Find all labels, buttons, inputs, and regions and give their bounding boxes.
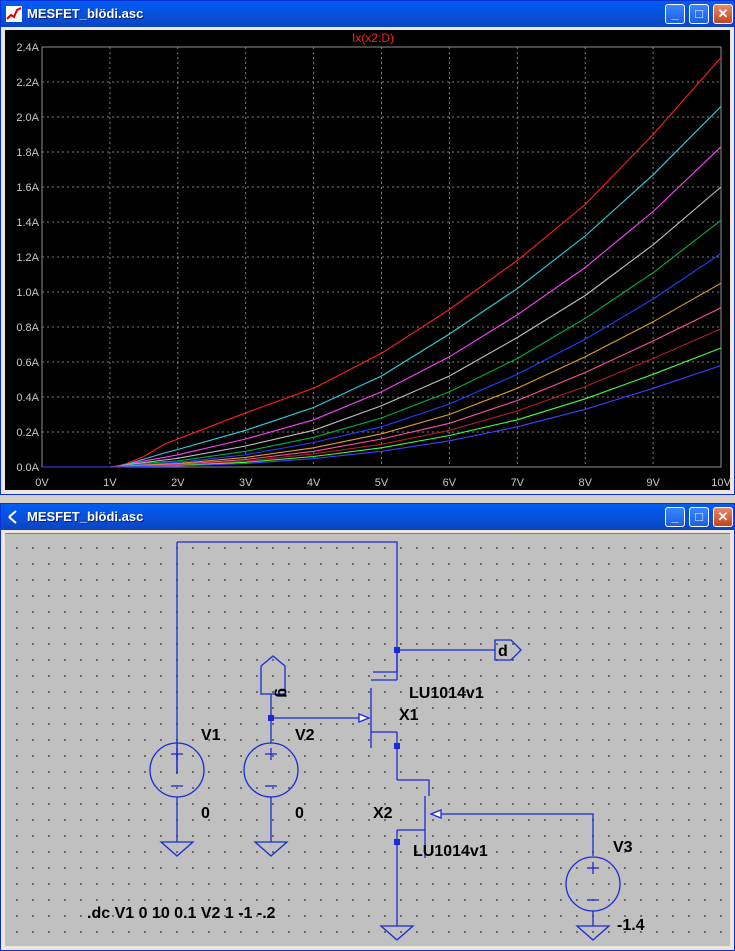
series-line-6[interactable] — [42, 253, 722, 468]
net-label-g-text[interactable]: g — [274, 688, 291, 698]
v3-name[interactable]: V3 — [613, 839, 633, 856]
v3-source[interactable] — [565, 856, 621, 941]
waveform-app-icon — [6, 6, 22, 22]
y-tick-label: 0.0A — [16, 462, 39, 474]
y-tick-label: 1.0A — [16, 287, 39, 299]
x-tick-label: 0V — [35, 477, 49, 489]
schematic-window-title: MESFET_blödi.asc — [27, 509, 144, 524]
junction-dot — [394, 647, 400, 653]
v1-value[interactable]: 0 — [201, 805, 210, 822]
x1-model[interactable]: LU1014v1 — [409, 685, 484, 702]
close-button[interactable]: ✕ — [713, 4, 733, 24]
ground-symbol — [379, 925, 415, 941]
y-tick-label: 0.6A — [16, 357, 39, 369]
schematic-canvas[interactable]: V1 0 V2 0 V3 -1.4 LU1014v1 X1 X2 LU1014v… — [5, 533, 730, 946]
y-tick-label: 0.8A — [16, 322, 39, 334]
y-tick-label: 1.4A — [16, 217, 39, 229]
junction-dot — [394, 839, 400, 845]
v3-value[interactable]: -1.4 — [617, 917, 645, 934]
y-tick-label: 2.4A — [16, 42, 39, 54]
v2-source[interactable] — [243, 718, 299, 857]
trace-label[interactable]: Ix(x2:D) — [352, 31, 394, 45]
x-tick-label: 2V — [171, 477, 185, 489]
x2-name[interactable]: X2 — [373, 805, 393, 822]
v1-source[interactable] — [149, 742, 205, 857]
x-tick-label: 1V — [103, 477, 117, 489]
schematic-titlebar[interactable]: MESFET_blödi.asc _ □ ✕ — [1, 504, 734, 530]
close-button[interactable]: ✕ — [713, 507, 733, 527]
y-tick-label: 1.2A — [16, 252, 39, 264]
x-tick-label: 10V — [711, 477, 731, 489]
junction-dot — [268, 715, 274, 721]
series-line-11[interactable] — [42, 364, 722, 468]
x2-model[interactable]: LU1014v1 — [413, 843, 488, 860]
dc-directive[interactable]: .dc V1 0 10 0.1 V2 1 -1 -.2 — [87, 905, 276, 922]
schematic-app-icon — [8, 510, 17, 524]
x-tick-label: 7V — [511, 477, 525, 489]
v2-value[interactable]: 0 — [295, 805, 304, 822]
x-tick-label: 3V — [239, 477, 253, 489]
v1-name[interactable]: V1 — [201, 727, 221, 744]
x-tick-label: 4V — [307, 477, 321, 489]
waveform-window-title: MESFET_blödi.asc — [27, 6, 144, 21]
schematic-window: MESFET_blödi.asc _ □ ✕ V1 0 V2 0 V3 -1.4… — [0, 503, 735, 951]
y-tick-label: 0.2A — [16, 427, 39, 439]
v2-name[interactable]: V2 — [295, 727, 315, 744]
x-tick-label: 9V — [646, 477, 660, 489]
y-tick-label: 1.8A — [16, 147, 39, 159]
junction-dot — [394, 743, 400, 749]
minimize-button[interactable]: _ — [665, 4, 685, 24]
wire[interactable] — [373, 650, 398, 673]
waveform-chart[interactable]: Ix(x2:D) 0.0A 0.2A 0.4A 0.6A 0.8A 1.0A 1.2A 1.4… — [5, 30, 732, 492]
y-tick-label: 1.6A — [16, 182, 39, 194]
waveform-plot-pane[interactable]: Ix(x2:D) 0.0A 0.2A 0.4A 0.6A 0.8A 1.0A 1.2A 1.4… — [5, 30, 732, 492]
maximize-button[interactable]: □ — [689, 4, 709, 24]
x-tick-label: 6V — [443, 477, 457, 489]
wire[interactable] — [177, 541, 398, 672]
y-tick-label: 2.2A — [16, 77, 39, 89]
waveform-window: MESFET_blödi.asc _ □ ✕ Ix(x2:D) 0.0A 0.2A… — [0, 0, 735, 495]
maximize-button[interactable]: □ — [689, 507, 709, 527]
minimize-button[interactable]: _ — [665, 507, 685, 527]
x-tick-label: 8V — [578, 477, 592, 489]
schematic-drawing[interactable]: V1 0 V2 0 V3 -1.4 LU1014v1 X1 X2 LU1014v… — [5, 534, 732, 949]
x-tick-label: 5V — [375, 477, 389, 489]
waveform-titlebar[interactable]: MESFET_blödi.asc _ □ ✕ — [1, 1, 734, 27]
y-tick-label: 0.4A — [16, 392, 39, 404]
x1-name[interactable]: X1 — [399, 707, 419, 724]
net-label-d-text[interactable]: d — [498, 643, 508, 660]
y-tick-label: 2.0A — [16, 112, 39, 124]
